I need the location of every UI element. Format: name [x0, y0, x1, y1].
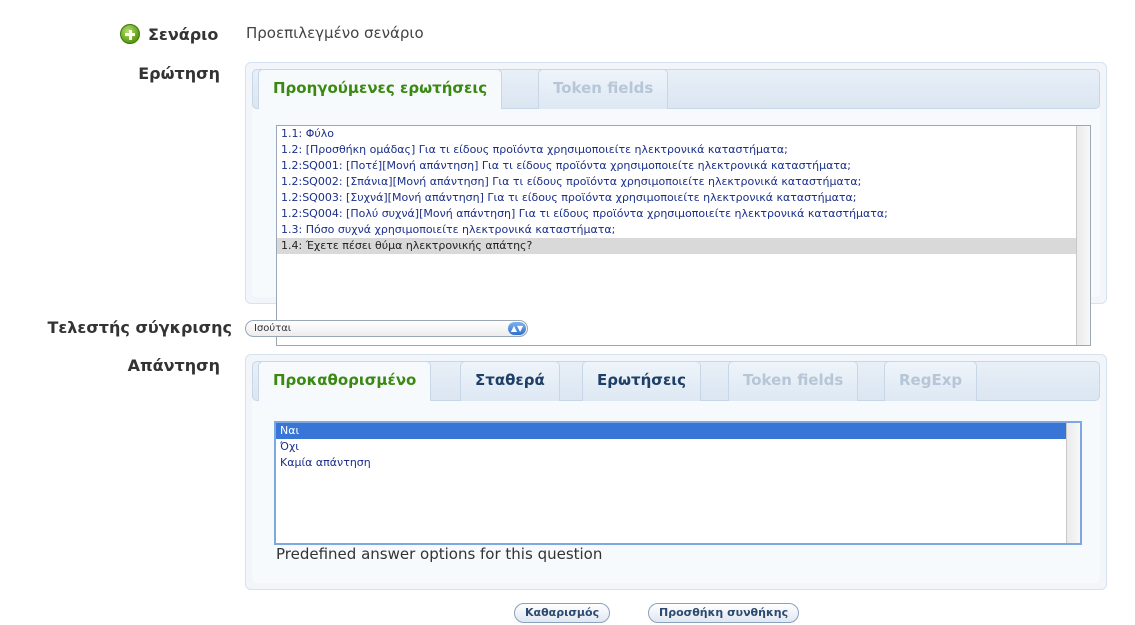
- question-panel: Προηγούμενες ερωτήσεις Token fields 1.1:…: [245, 62, 1107, 346]
- question-label: Ερώτηση: [138, 64, 220, 83]
- tab-predefined[interactable]: Προκαθορισμένο: [258, 361, 432, 403]
- scenario-value: Προεπιλεγμένο σενάριο: [246, 24, 424, 42]
- list-item[interactable]: 1.2: [Προσθήκη ομάδας] Για τι είδους προ…: [277, 142, 1090, 158]
- list-item[interactable]: 1.2:SQ004: [Πολύ συχνά][Μονή απάντηση] Γ…: [277, 206, 1090, 222]
- tab-questions[interactable]: Ερωτήσεις: [582, 361, 702, 401]
- comparison-operator-select[interactable]: Ισούται ▲▼: [245, 320, 528, 337]
- select-arrows-icon: ▲▼: [508, 322, 526, 335]
- tab-constant[interactable]: Σταθερά: [460, 361, 560, 401]
- vertical-scrollbar[interactable]: [1076, 126, 1090, 345]
- list-item[interactable]: 1.2:SQ002: [Σπάνια][Μονή απάντηση] Για τ…: [277, 174, 1090, 190]
- comparison-operator-value: Ισούται: [254, 323, 292, 334]
- answer-hint: Predefined answer options for this quest…: [276, 545, 603, 563]
- list-item-selected[interactable]: Ναι: [276, 423, 1080, 439]
- tab-previous-questions[interactable]: Προηγούμενες ερωτήσεις: [258, 69, 503, 111]
- vertical-scrollbar[interactable]: [1066, 423, 1080, 543]
- comparison-label: Τελεστής σύγκρισης: [47, 318, 232, 337]
- list-item[interactable]: 1.2:SQ003: [Συχνά][Μονή απάντηση] Για τι…: [277, 190, 1090, 206]
- add-scenario-icon[interactable]: [120, 24, 140, 44]
- predefined-answers-list[interactable]: Ναι Όχι Καμία απάντηση: [274, 421, 1082, 545]
- scenario-label: Σενάριο: [148, 24, 219, 44]
- clear-button[interactable]: Καθαρισμός: [514, 603, 611, 623]
- scenario-row: Σενάριο: [120, 22, 218, 46]
- list-item[interactable]: 1.3: Πόσο συχνά χρησιμοποιείτε ηλεκτρονι…: [277, 222, 1090, 238]
- add-condition-button[interactable]: Προσθήκη συνθήκης: [648, 603, 800, 623]
- list-item[interactable]: Όχι: [276, 439, 1080, 455]
- list-item[interactable]: Καμία απάντηση: [276, 455, 1080, 471]
- tab-answer-token-fields: Token fields: [728, 361, 859, 401]
- list-item-selected[interactable]: 1.4: Έχετε πέσει θύμα ηλεκτρονικής απάτη…: [277, 238, 1090, 254]
- tab-regexp: RegExp: [884, 361, 978, 401]
- previous-questions-list[interactable]: 1.1: Φύλο 1.2: [Προσθήκη ομάδας] Για τι …: [276, 125, 1091, 346]
- list-item[interactable]: 1.1: Φύλο: [277, 126, 1090, 142]
- answer-label: Απάντηση: [127, 356, 220, 375]
- list-item[interactable]: 1.2:SQ001: [Ποτέ][Μονή απάντηση] Για τι …: [277, 158, 1090, 174]
- tab-token-fields: Token fields: [538, 69, 669, 109]
